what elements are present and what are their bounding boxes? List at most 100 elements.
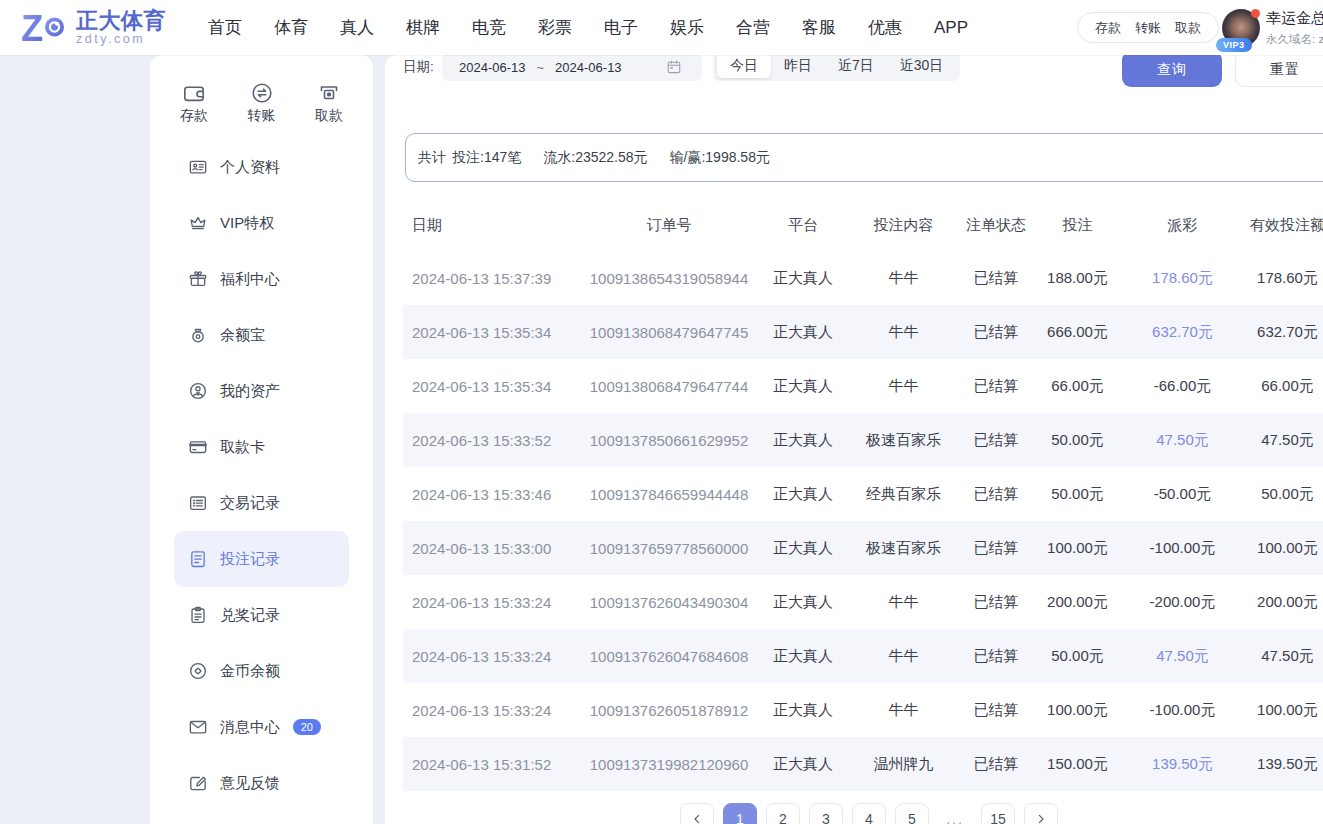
cell-platform: 正大真人 xyxy=(761,485,845,504)
quick-action[interactable]: 取款 xyxy=(315,81,343,125)
cell-order: 1009137850661629952 xyxy=(577,432,761,449)
quick-action[interactable]: 转账 xyxy=(248,81,276,125)
nav-item-10[interactable]: 客服 xyxy=(786,0,852,55)
sidebar-item[interactable]: 个人资料 xyxy=(174,139,349,195)
cell-date: 2024-06-13 15:33:24 xyxy=(403,702,577,719)
page-button-15[interactable]: 15 xyxy=(981,803,1015,824)
sidebar-item-label: 余额宝 xyxy=(220,326,265,345)
cell-payout: 47.50元 xyxy=(1125,647,1240,666)
page-button-2[interactable]: 2 xyxy=(766,803,800,824)
column-header: 投注内容 xyxy=(845,216,962,235)
atm-icon xyxy=(317,81,341,105)
cell-bet: 50.00元 xyxy=(1030,647,1125,666)
sidebar-item[interactable]: 我的资产 xyxy=(174,363,349,419)
cell-order: 1009138068479647745 xyxy=(577,324,761,341)
page-button-3[interactable]: 3 xyxy=(809,803,843,824)
next-page-button[interactable] xyxy=(1024,803,1058,824)
nav-item-8[interactable]: 娱乐 xyxy=(654,0,720,55)
cell-status: 已结算 xyxy=(962,539,1030,558)
sidebar-item[interactable]: 消息中心20 xyxy=(174,699,349,755)
calendar-icon xyxy=(666,59,682,75)
sidebar-item-label: 兑奖记录 xyxy=(220,606,280,625)
sidebar-item-label: 取款卡 xyxy=(220,438,265,457)
table-row: 2024-06-13 15:35:341009138068479647744正大… xyxy=(403,359,1323,413)
sidebar-item-label: 投注记录 xyxy=(220,550,280,569)
page-button-4[interactable]: 4 xyxy=(852,803,886,824)
range-preset[interactable]: 今日 xyxy=(717,52,771,78)
quick-action-label: 取款 xyxy=(315,107,343,125)
cell-payout: -50.00元 xyxy=(1125,485,1240,504)
nav-item-5[interactable]: 电竞 xyxy=(456,0,522,55)
page-button-5[interactable]: 5 xyxy=(895,803,929,824)
nav-item-4[interactable]: 棋牌 xyxy=(390,0,456,55)
cell-content: 牛牛 xyxy=(845,323,962,342)
table-row: 2024-06-13 15:31:521009137319982120960正大… xyxy=(403,737,1323,791)
cell-status: 已结算 xyxy=(962,485,1030,504)
permanent-domain-note: 永久域名: z xyxy=(1266,32,1323,47)
wallet-action-2[interactable]: 转账 xyxy=(1135,19,1161,37)
wallet-actions-pill[interactable]: 存款转账取款 xyxy=(1077,12,1219,43)
nav-item-7[interactable]: 电子 xyxy=(588,0,654,55)
date-range-input[interactable]: 2024-06-13 ~ 2024-06-13 xyxy=(442,53,702,81)
clipboard-icon xyxy=(188,605,208,625)
nav-item-1[interactable]: 首页 xyxy=(192,0,258,55)
sidebar-item-label: 福利中心 xyxy=(220,270,280,289)
sidebar-quick-actions: 存款转账取款 xyxy=(150,55,373,125)
table-row: 2024-06-13 15:33:241009137626043490304正大… xyxy=(403,575,1323,629)
nav-item-9[interactable]: 合营 xyxy=(720,0,786,55)
cell-content: 牛牛 xyxy=(845,593,962,612)
cell-payout: -100.00元 xyxy=(1125,539,1240,558)
brand-logo[interactable]: Z 正大体育 zdty.com xyxy=(20,6,166,50)
nav-item-12[interactable]: APP xyxy=(918,0,984,55)
cell-status: 已结算 xyxy=(962,431,1030,450)
column-header: 订单号 xyxy=(577,216,761,235)
brand-logo-icon: Z xyxy=(20,6,70,50)
nav-item-11[interactable]: 优惠 xyxy=(852,0,918,55)
table-row: 2024-06-13 15:33:241009137626051878912正大… xyxy=(403,683,1323,737)
sidebar-item[interactable]: 取款卡 xyxy=(174,419,349,475)
pouch-icon xyxy=(188,325,208,345)
page-button-1[interactable]: 1 xyxy=(723,803,757,824)
cell-date: 2024-06-13 15:33:52 xyxy=(403,432,577,449)
range-preset[interactable]: 近30日 xyxy=(887,52,957,78)
column-header: 注单状态 xyxy=(962,216,1030,235)
quick-action[interactable]: 存款 xyxy=(180,81,208,125)
cell-platform: 正大真人 xyxy=(761,755,845,774)
cell-platform: 正大真人 xyxy=(761,539,845,558)
sidebar: 存款转账取款 个人资料 VIP特权福利中心余额宝我的资产取款卡交易记录投注记录兑奖… xyxy=(150,55,373,824)
sidebar-item[interactable]: 福利中心 xyxy=(174,251,349,307)
column-header: 平台 xyxy=(761,216,845,235)
sidebar-item[interactable]: 金币余额 xyxy=(174,643,349,699)
prev-page-button[interactable] xyxy=(680,803,714,824)
sidebar-item[interactable]: 意见反馈 xyxy=(174,755,349,811)
nav-item-6[interactable]: 彩票 xyxy=(522,0,588,55)
cell-order: 1009137846659944448 xyxy=(577,486,761,503)
sidebar-item-label: VIP特权 xyxy=(220,214,274,233)
sidebar-item[interactable]: 兑奖记录 xyxy=(174,587,349,643)
column-header: 日期 xyxy=(403,216,577,235)
table-row: 2024-06-13 15:33:241009137626047684608正大… xyxy=(403,629,1323,683)
range-preset[interactable]: 昨日 xyxy=(771,52,825,78)
reset-button[interactable]: 重置 xyxy=(1235,51,1323,87)
cell-platform: 正大真人 xyxy=(761,647,845,666)
cell-payout: 632.70元 xyxy=(1125,323,1240,342)
summary-prefix: 共计 xyxy=(418,149,446,167)
nav-item-3[interactable]: 真人 xyxy=(324,0,390,55)
sidebar-item[interactable]: 交易记录 xyxy=(174,475,349,531)
query-button[interactable]: 查询 xyxy=(1122,51,1222,87)
range-preset[interactable]: 近7日 xyxy=(825,52,887,78)
date-to: 2024-06-13 xyxy=(555,60,622,75)
wallet-action-1[interactable]: 存款 xyxy=(1095,19,1121,37)
nav-item-2[interactable]: 体育 xyxy=(258,0,324,55)
wallet-action-3[interactable]: 取款 xyxy=(1175,19,1201,37)
sidebar-item[interactable]: 投注记录 xyxy=(174,531,349,587)
cell-order: 1009137319982120960 xyxy=(577,756,761,773)
cell-status: 已结算 xyxy=(962,323,1030,342)
sidebar-item[interactable]: VIP特权 xyxy=(174,195,349,251)
svg-text:Z: Z xyxy=(21,8,43,49)
cell-bet: 200.00元 xyxy=(1030,593,1125,612)
sidebar-item[interactable]: 余额宝 xyxy=(174,307,349,363)
cell-order: 1009137626051878912 xyxy=(577,702,761,719)
cell-order: 1009138654319058944 xyxy=(577,270,761,287)
user-info[interactable]: VIP3 幸运金总 永久域名: z xyxy=(1222,9,1323,47)
